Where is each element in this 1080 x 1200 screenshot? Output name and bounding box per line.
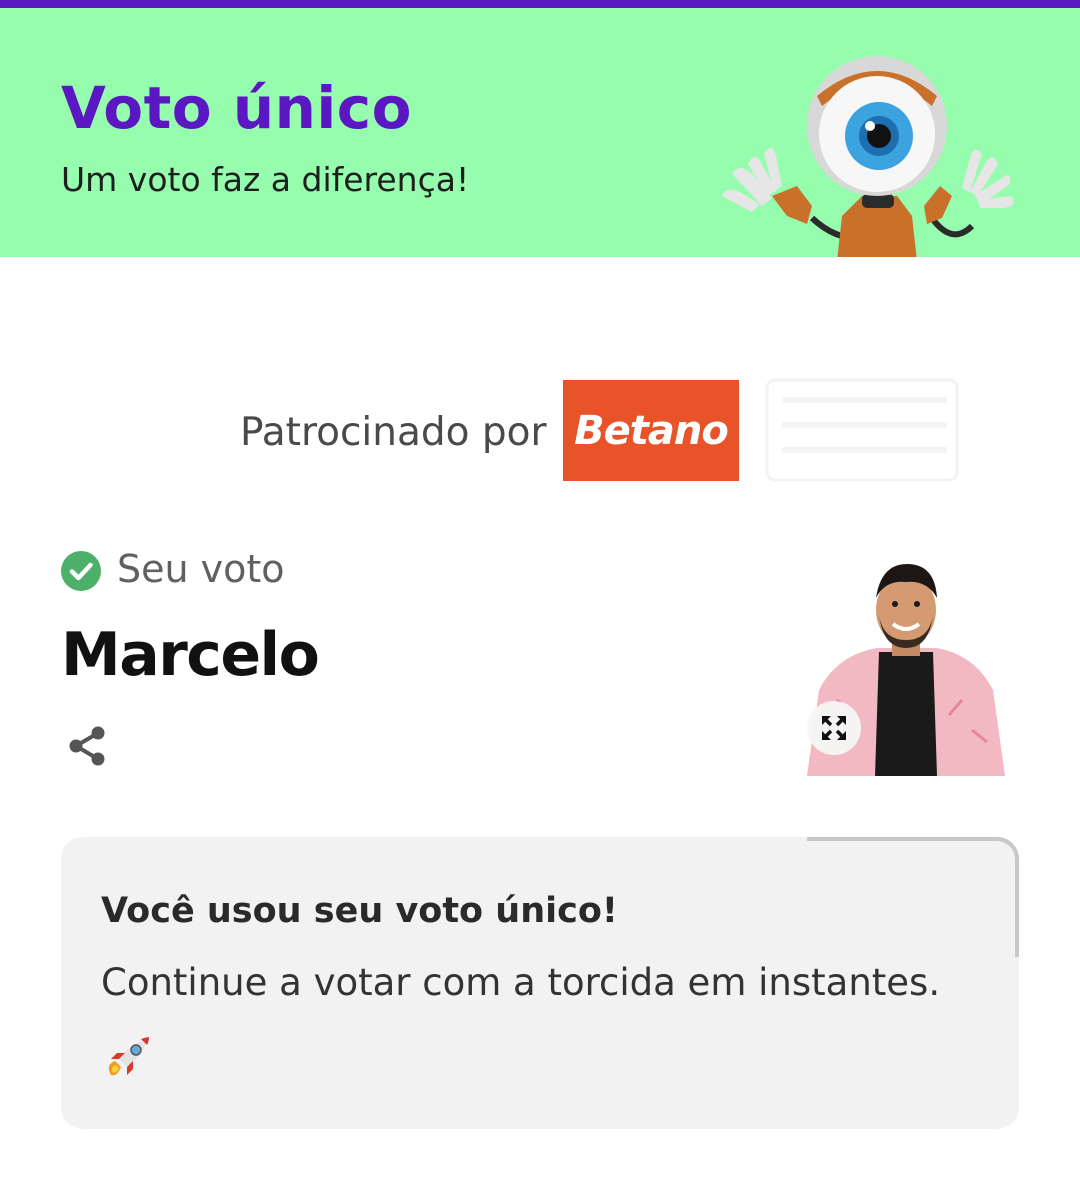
rocket-icon [108, 1037, 149, 1076]
card-scroll-indicator [807, 837, 1019, 957]
expand-icon [822, 716, 846, 740]
sponsor-label: Patrocinado por [240, 410, 547, 455]
voting-page: Voto único Um voto faz a diferença! Patr… [0, 0, 1080, 1200]
notice-message: Continue a votar com a torcida em instan… [101, 961, 941, 1004]
check-circle-icon [61, 551, 101, 591]
sponsor-logo[interactable]: Betano [563, 380, 739, 481]
share-icon[interactable] [66, 724, 108, 768]
big-brother-eye-mascot-icon [722, 56, 1014, 257]
page-title: Voto único [61, 74, 413, 142]
top-accent-strip [0, 0, 1080, 8]
candidate-name: Marcelo [61, 620, 320, 690]
notice-title: Você usou seu voto único! [101, 891, 618, 931]
faded-watermark-logo [765, 378, 959, 482]
expand-photo-button[interactable] [807, 701, 861, 755]
header-banner: Voto único Um voto faz a diferença! [0, 8, 1080, 257]
page-subtitle: Um voto faz a diferença! [61, 160, 470, 199]
sponsor-logo-text: Betano [574, 407, 729, 454]
vote-status-label: Seu voto [117, 547, 285, 591]
vote-notice-card: Você usou seu voto único! Continue a vot… [61, 837, 1019, 1129]
